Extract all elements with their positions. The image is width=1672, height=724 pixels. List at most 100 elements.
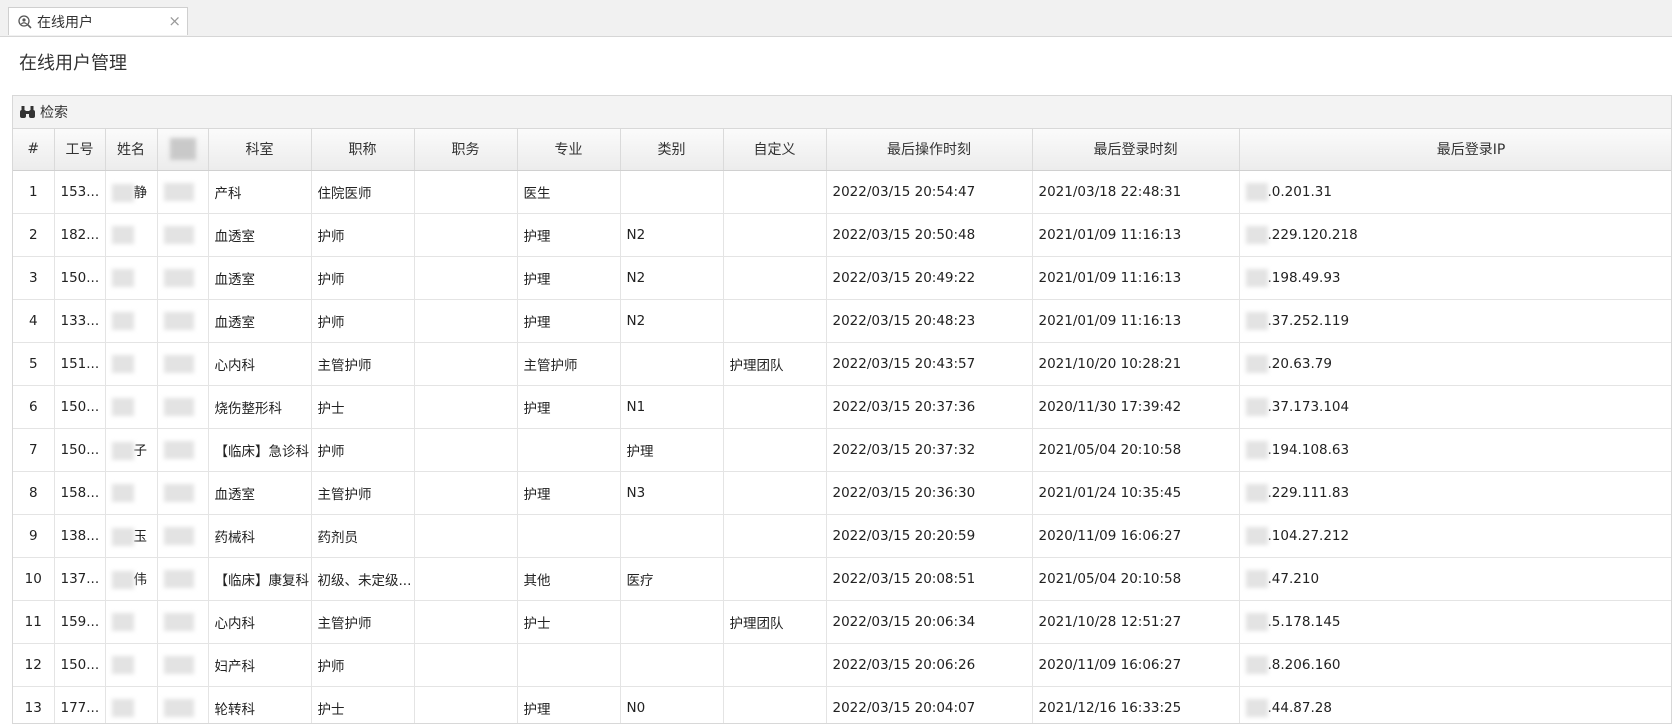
redacted-block [111, 442, 134, 460]
search-label: 检索 [40, 105, 68, 121]
cell-title: 护师 [311, 428, 415, 472]
cell-last-login-ip: .47.210 [1239, 557, 1671, 601]
col-header-last-login[interactable]: 最后登录时刻 [1032, 129, 1240, 171]
col-header-department[interactable]: 科室 [208, 129, 312, 171]
cell-staff-id: 138... [54, 514, 106, 558]
cell-index: 13 [13, 686, 55, 723]
cell-category [620, 514, 724, 558]
cell-major: 护理 [517, 299, 621, 343]
cell-last-login: 2021/10/20 10:28:21 [1032, 342, 1240, 386]
cell-title: 药剂员 [311, 514, 415, 558]
cell-duty [414, 256, 518, 300]
cell-staff-id: 133... [54, 299, 106, 343]
cell-custom [723, 428, 827, 472]
cell-last-login-ip: .37.252.119 [1239, 299, 1671, 343]
redacted-block [163, 483, 194, 502]
cell-index: 12 [13, 643, 55, 687]
table-row[interactable]: 7 150... 子 【临床】急诊科 护师 护理 2022/03/15 20:37:32 20… [13, 428, 1671, 472]
redacted-block [163, 569, 194, 588]
col-header-index[interactable]: # [13, 129, 55, 171]
table-row[interactable]: 8 158... 血透室 主管护师 护理 N3 2022/03/15 20:36:30 202… [13, 471, 1671, 515]
cell-title: 初级、未定级... [311, 557, 415, 601]
cell-custom [723, 385, 827, 429]
cell-title: 护师 [311, 299, 415, 343]
cell-hidden [157, 256, 209, 300]
tab-online-users[interactable]: 在线用户 × [8, 7, 188, 35]
redacted-block [111, 268, 134, 287]
table-row[interactable]: 3 150... 血透室 护师 护理 N2 2022/03/15 20:49:22 2021/… [13, 256, 1671, 300]
ip-text: .37.252.119 [1267, 312, 1350, 329]
table-row[interactable]: 12 150... 妇产科 护师 2022/03/15 20:06:26 2020/11/… [13, 643, 1671, 687]
redacted-block [1245, 612, 1268, 631]
col-header-staff-id[interactable]: 工号 [54, 129, 106, 171]
table-row[interactable]: 4 133... 血透室 护师 护理 N2 2022/03/15 20:48:23 2021/… [13, 299, 1671, 343]
redacted-block [163, 612, 194, 631]
cell-custom: 护理团队 [723, 342, 827, 386]
cell-hidden [157, 342, 209, 386]
col-header-hidden[interactable] [157, 129, 209, 171]
search-toggle[interactable]: 检索 [13, 96, 1671, 129]
cell-hidden [157, 170, 209, 214]
col-header-last-login-ip[interactable]: 最后登录IP [1239, 129, 1671, 171]
cell-department: 【临床】康复科 [208, 557, 312, 601]
table-row[interactable]: 5 151... 心内科 主管护师 主管护师 护理团队 2022/03/15 20:43:5… [13, 342, 1671, 386]
table-row[interactable]: 9 138... 玉 药械科 药剂员 2022/03/15 20:20:59 2020/11… [13, 514, 1671, 558]
redacted-block [163, 225, 194, 244]
redacted-block [111, 483, 134, 502]
cell-last-login-ip: .104.27.212 [1239, 514, 1671, 558]
table-row[interactable]: 10 137... 伟 【临床】康复科 初级、未定级... 其他 医疗 2022/03/15 … [13, 557, 1671, 601]
cell-duty [414, 514, 518, 558]
cell-duty [414, 170, 518, 214]
cell-department: 血透室 [208, 256, 312, 300]
cell-name: 玉 [105, 514, 158, 558]
cell-hidden [157, 471, 209, 515]
cell-name: 静 [105, 170, 158, 214]
ip-text: .229.120.218 [1267, 226, 1358, 243]
cell-last-login-ip: .20.63.79 [1239, 342, 1671, 386]
cell-department: 心内科 [208, 342, 312, 386]
table-row[interactable]: 2 182... 血透室 护师 护理 N2 2022/03/15 20:50:48 2021/… [13, 213, 1671, 257]
cell-index: 9 [13, 514, 55, 558]
col-header-last-operation[interactable]: 最后操作时刻 [826, 129, 1033, 171]
online-users-panel: 检索 # 工号 姓名 科室 职称 职务 专业 类别 自定义 最后操作时刻 最后登… [12, 95, 1672, 724]
table-row[interactable]: 13 177... 轮转科 护士 护理 N0 2022/03/15 20:04:07 2021… [13, 686, 1671, 723]
col-header-name[interactable]: 姓名 [105, 129, 158, 171]
cell-duty [414, 471, 518, 515]
cell-staff-id: 177... [54, 686, 106, 723]
cell-department: 血透室 [208, 213, 312, 257]
cell-hidden [157, 557, 209, 601]
redacted-block [169, 138, 196, 161]
col-header-custom[interactable]: 自定义 [723, 129, 827, 171]
redacted-block [163, 526, 194, 545]
cell-category: N1 [620, 385, 724, 429]
col-header-major[interactable]: 专业 [517, 129, 621, 171]
redacted-block [111, 528, 134, 546]
cell-name [105, 256, 158, 300]
cell-hidden [157, 686, 209, 723]
cell-custom [723, 643, 827, 687]
col-header-title[interactable]: 职称 [311, 129, 415, 171]
cell-last-login: 2021/10/28 12:51:27 [1032, 600, 1240, 644]
cell-major: 护理 [517, 686, 621, 723]
table-row[interactable]: 1 153... 静 产科 住院医师 医生 2022/03/15 20:54:47 2021/… [13, 170, 1671, 214]
redacted-block [1245, 526, 1268, 545]
cell-staff-id: 150... [54, 385, 106, 429]
cell-department: 产科 [208, 170, 312, 214]
table-row[interactable]: 6 150... 烧伤整形科 护士 护理 N1 2022/03/15 20:37:36 202… [13, 385, 1671, 429]
name-text: 玉 [133, 529, 148, 545]
tab-close-icon[interactable]: × [168, 13, 181, 29]
cell-last-login-ip: .37.173.104 [1239, 385, 1671, 429]
cell-major: 其他 [517, 557, 621, 601]
table-row[interactable]: 11 159... 心内科 主管护师 护士 护理团队 2022/03/15 20:06:34… [13, 600, 1671, 644]
col-header-duty[interactable]: 职务 [414, 129, 518, 171]
cell-major: 主管护师 [517, 342, 621, 386]
table-header-row: # 工号 姓名 科室 职称 职务 专业 类别 自定义 最后操作时刻 最后登录时刻… [13, 129, 1671, 171]
col-header-category[interactable]: 类别 [620, 129, 724, 171]
cell-custom: 护理团队 [723, 600, 827, 644]
page-title: 在线用户管理 [19, 53, 127, 74]
cell-last-login-ip: .229.111.83 [1239, 471, 1671, 515]
cell-name [105, 342, 158, 386]
cell-major [517, 428, 621, 472]
tab-bar: 在线用户 × [0, 0, 1672, 37]
cell-last-operation: 2022/03/15 20:37:32 [826, 428, 1033, 472]
